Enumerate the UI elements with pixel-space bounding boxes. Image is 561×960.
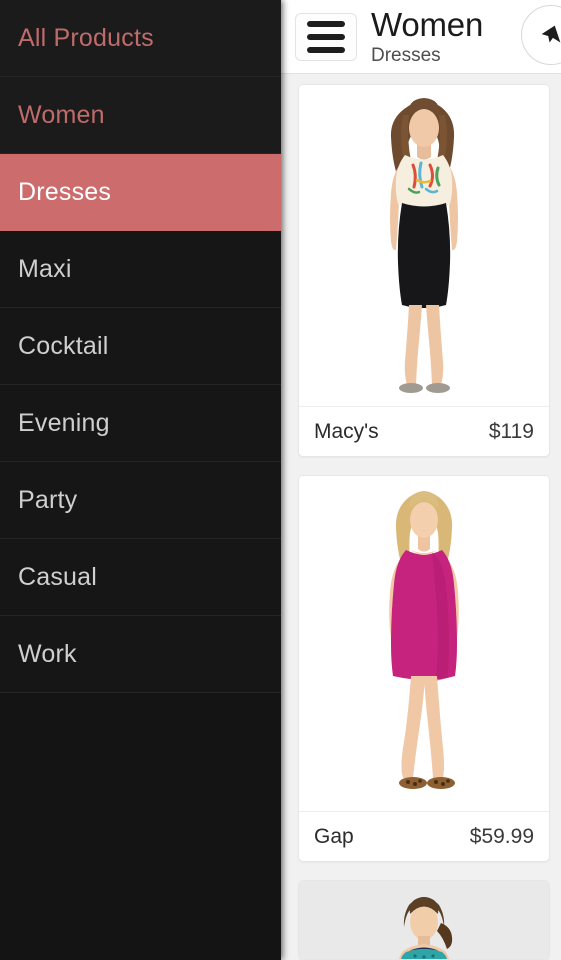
sidebar-item-evening[interactable]: Evening xyxy=(0,385,281,462)
product-card[interactable]: Gap $59.99 xyxy=(298,475,550,862)
sidebar-item-label: Dresses xyxy=(18,177,112,206)
sidebar-item-work[interactable]: Work xyxy=(0,616,281,693)
sidebar-item-label: All Products xyxy=(18,23,154,52)
sidebar-item-women[interactable]: Women xyxy=(0,77,281,154)
hamburger-bar xyxy=(307,33,345,40)
main-content-panel: Women Dresses Macy's $119 Gap $59.99 xyxy=(281,0,561,960)
product-brand: Macy's xyxy=(314,419,379,443)
product-brand: Gap xyxy=(314,824,354,848)
product-image xyxy=(299,881,549,959)
hamburger-menu-icon[interactable] xyxy=(295,12,357,61)
sidebar-item-label: Cocktail xyxy=(18,331,109,360)
sidebar-item-dresses[interactable]: Dresses xyxy=(0,154,281,231)
product-info-row: Macy's $119 xyxy=(299,406,549,456)
sidebar-item-label: Evening xyxy=(18,408,110,437)
sidebar-empty-space xyxy=(0,693,281,960)
hamburger-bar xyxy=(307,20,345,27)
product-price: $59.99 xyxy=(469,824,534,848)
sidebar-item-maxi[interactable]: Maxi xyxy=(0,231,281,308)
sidebar-item-label: Women xyxy=(18,100,105,129)
app-root: All Products Women Dresses Maxi Cocktail… xyxy=(0,0,561,960)
product-list[interactable]: Macy's $119 Gap $59.99 xyxy=(281,74,561,960)
sidebar-item-label: Casual xyxy=(18,562,98,591)
sidebar-item-cocktail[interactable]: Cocktail xyxy=(0,308,281,385)
app-header: Women Dresses xyxy=(281,0,561,74)
product-image xyxy=(299,85,549,406)
sidebar-item-label: Party xyxy=(18,485,78,514)
hamburger-bar xyxy=(307,46,345,53)
product-card[interactable]: Macy's $119 xyxy=(298,84,550,457)
navigation-drawer: All Products Women Dresses Maxi Cocktail… xyxy=(0,0,281,960)
product-card[interactable] xyxy=(298,880,550,960)
sidebar-item-all-products[interactable]: All Products xyxy=(0,0,281,77)
product-image xyxy=(299,476,549,811)
sidebar-item-label: Maxi xyxy=(18,254,72,283)
sidebar-item-casual[interactable]: Casual xyxy=(0,539,281,616)
product-info-row: Gap $59.99 xyxy=(299,811,549,861)
sidebar-item-label: Work xyxy=(18,639,77,668)
product-price: $119 xyxy=(488,419,534,443)
sidebar-item-party[interactable]: Party xyxy=(0,462,281,539)
